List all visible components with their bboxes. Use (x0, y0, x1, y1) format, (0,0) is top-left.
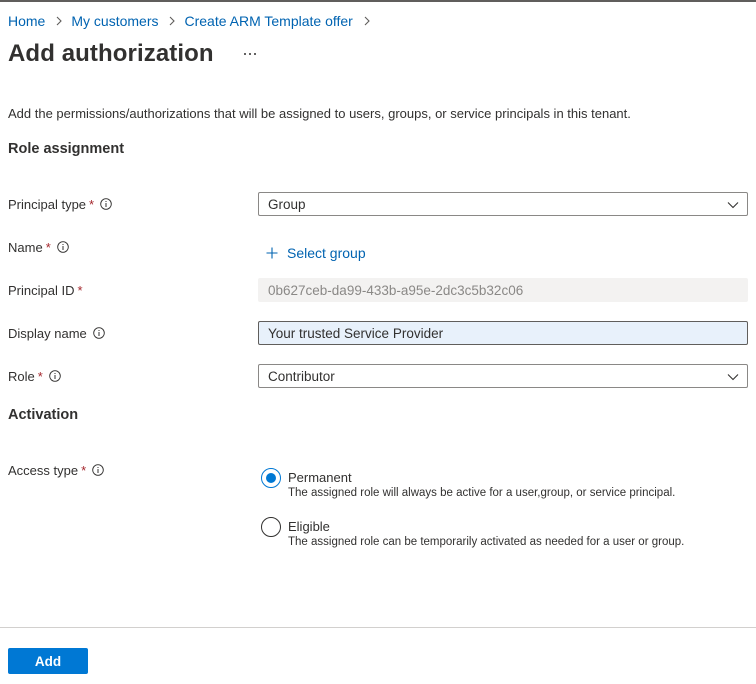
plus-icon (266, 247, 278, 259)
radio-permanent[interactable] (261, 468, 281, 488)
info-icon[interactable] (93, 327, 105, 339)
chevron-down-icon (727, 371, 739, 383)
name-label-text: Name (8, 239, 43, 255)
display-name-label-text: Display name (8, 325, 87, 341)
footer-divider (0, 627, 756, 628)
principal-id-field: 0b627ceb-da99-433b-a95e-2dc3c5b32c06 (258, 278, 748, 302)
add-button[interactable]: Add (8, 648, 88, 674)
chevron-right-icon (166, 15, 178, 27)
principal-id-value: 0b627ceb-da99-433b-a95e-2dc3c5b32c06 (268, 282, 524, 298)
chevron-right-icon (53, 15, 65, 27)
required-marker: * (89, 196, 95, 212)
radio-permanent-label[interactable]: Permanent (288, 470, 352, 485)
access-type-label-text: Access type (8, 462, 79, 478)
radio-eligible-label[interactable]: Eligible (288, 519, 330, 534)
role-value: Contributor (268, 368, 335, 384)
required-marker: * (45, 239, 51, 255)
role-dropdown[interactable]: Contributor (258, 364, 748, 388)
radio-eligible-description: The assigned role can be temporarily act… (288, 536, 685, 548)
info-icon[interactable] (92, 464, 104, 476)
required-marker: * (37, 368, 43, 384)
radio-eligible[interactable] (261, 517, 281, 537)
breadcrumb-my-customers[interactable]: My customers (71, 13, 158, 29)
name-label: Name * (8, 237, 69, 257)
chevron-right-icon (361, 15, 373, 27)
role-label: Role * (8, 366, 61, 386)
access-type-label: Access type * (8, 460, 104, 480)
select-group-button[interactable]: Select group (266, 243, 366, 263)
breadcrumb-create-arm-template-offer[interactable]: Create ARM Template offer (184, 13, 352, 29)
display-name-label: Display name (8, 323, 105, 343)
principal-id-label: Principal ID * (8, 280, 83, 300)
title-row: Add authorization (8, 39, 260, 69)
breadcrumb: Home My customers Create ARM Template of… (8, 12, 379, 30)
principal-type-label: Principal type * (8, 194, 112, 214)
principal-type-dropdown[interactable]: Group (258, 192, 748, 216)
display-name-input[interactable]: Your trusted Service Provider (258, 321, 748, 345)
info-icon[interactable] (100, 198, 112, 210)
role-label-text: Role (8, 368, 35, 384)
more-icon[interactable] (240, 44, 260, 64)
principal-type-value: Group (268, 196, 306, 212)
required-marker: * (81, 462, 87, 478)
chevron-down-icon (727, 199, 739, 211)
info-icon[interactable] (56, 241, 69, 253)
principal-id-label-text: Principal ID (8, 282, 75, 298)
page-description: Add the permissions/authorizations that … (8, 106, 631, 121)
page-title: Add authorization (8, 40, 214, 67)
section-title-activation: Activation (8, 407, 79, 423)
display-name-value: Your trusted Service Provider (268, 325, 444, 341)
select-group-label: Select group (287, 245, 366, 261)
info-icon[interactable] (49, 370, 61, 382)
principal-type-label-text: Principal type (8, 196, 87, 212)
breadcrumb-home[interactable]: Home (8, 13, 45, 29)
required-marker: * (77, 282, 83, 298)
section-title-role-assignment: Role assignment (8, 141, 125, 157)
radio-permanent-description: The assigned role will always be active … (288, 487, 676, 499)
top-border (0, 0, 756, 2)
